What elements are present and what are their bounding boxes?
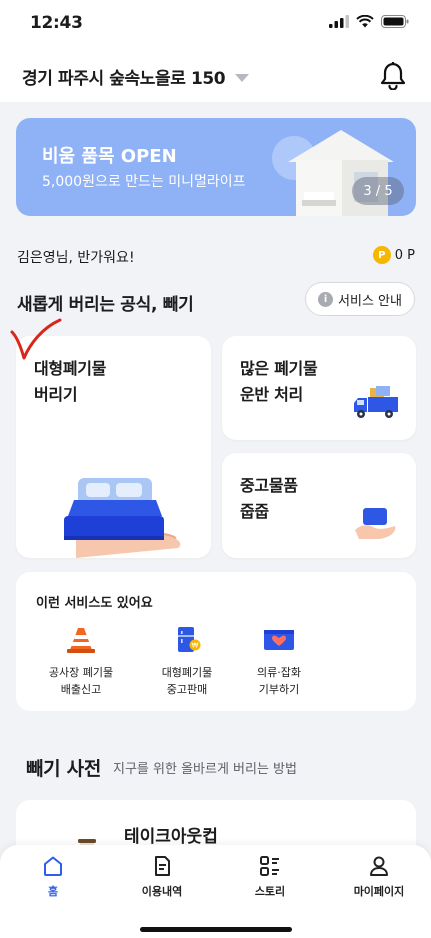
banner-page-indicator[interactable]: 3 / 5: [352, 177, 404, 205]
fridge-icon: ₩: [178, 627, 201, 652]
bulk-waste-transport-card[interactable]: 많은 폐기물 운반 처리: [222, 336, 416, 440]
other-service-label: 공사장 폐기물 배출신고: [48, 666, 114, 696]
other-services-panel: 이런 서비스도 있어요 공사장 폐기물 배출신고 ₩ 대형폐기물 중고판매 의류…: [16, 572, 416, 711]
other-services-title: 이런 서비스도 있어요: [36, 596, 153, 611]
banner-subtitle: 5,000원으로 만드는 미니멀라이프: [42, 174, 246, 190]
dictionary-title: 빼기 사전: [26, 758, 102, 780]
address-selector[interactable]: 경기 파주시 숲속노을로 150: [22, 64, 250, 89]
dictionary-subtitle: 지구를 위한 올바르게 버리는 방법: [113, 762, 297, 777]
greeting-text: 김은영님, 반가워요!: [17, 250, 135, 266]
banner-title: 비움 품목 OPEN: [42, 146, 177, 167]
status-bar: 12:43: [0, 0, 431, 48]
svg-text:₩: ₩: [192, 642, 199, 650]
tab-home[interactable]: 홈: [8, 855, 98, 899]
promo-banner[interactable]: 비움 품목 OPEN 5,000원으로 만드는 미니멀라이프 3 / 5: [16, 118, 416, 216]
bell-icon[interactable]: [379, 60, 407, 90]
tab-label: 이용내역: [141, 885, 183, 898]
document-list-icon: [155, 856, 170, 876]
battery-icon: [381, 15, 409, 28]
chevron-down-icon: [235, 73, 250, 82]
large-waste-disposal-card[interactable]: 대형폐기물 버리기: [16, 336, 211, 558]
tab-label: 마이페이지: [353, 885, 405, 898]
other-service-construction-waste[interactable]: 공사장 폐기물 배출신고: [36, 626, 126, 698]
signal-icon: [329, 15, 349, 28]
other-service-label: 대형폐기물 중고판매: [161, 666, 213, 696]
used-goods-card[interactable]: 중고물품 줍줍: [222, 453, 416, 558]
handwritten-check-annotation: [10, 318, 62, 360]
section-title: 새롭게 버리는 공식, 빼기: [17, 295, 194, 315]
tab-label: 홈: [47, 885, 59, 898]
point-coin-icon: P: [372, 246, 391, 264]
home-indicator: [140, 927, 292, 932]
tab-label: 스토리: [254, 885, 286, 898]
address-text: 경기 파주시 숲속노을로 150: [22, 69, 226, 89]
tab-story[interactable]: 스토리: [225, 855, 315, 899]
wifi-icon: [356, 15, 374, 28]
donation-box-icon: [264, 630, 294, 650]
grid-list-icon: [260, 856, 279, 876]
points-balance[interactable]: P 0 P: [372, 246, 415, 264]
mattress-hand-icon: [64, 478, 181, 558]
app-header: 경기 파주시 숲속노을로 150: [0, 48, 431, 102]
dictionary-card-title: 테이크아웃컵: [124, 827, 218, 847]
points-value: 0 P: [394, 247, 415, 263]
status-time: 12:43: [30, 13, 83, 33]
other-service-clothing-donation[interactable]: 의류·잡화 기부하기: [234, 626, 324, 698]
info-icon: i: [318, 291, 334, 307]
home-icon: [44, 856, 62, 876]
service-guide-label: 서비스 안내: [338, 293, 402, 309]
status-icons: [329, 15, 409, 28]
truck-icon: [354, 386, 398, 418]
other-service-large-waste-resale[interactable]: ₩ 대형폐기물 중고판매: [142, 626, 232, 698]
used-goods-card-label: 중고물품 줍줍: [240, 476, 298, 521]
tab-usage-history[interactable]: 이용내역: [117, 855, 207, 899]
bulk-waste-card-label: 많은 폐기물 운반 처리: [240, 359, 318, 404]
other-service-label: 의류·잡화 기부하기: [257, 666, 301, 696]
hand-box-icon: [355, 508, 396, 539]
traffic-cone-icon: [67, 628, 95, 653]
bottom-tab-bar: 홈 이용내역 스토리 마이페이지: [0, 845, 431, 938]
service-guide-button[interactable]: i 서비스 안내: [305, 282, 415, 316]
tab-my-page[interactable]: 마이페이지: [334, 855, 424, 899]
person-icon: [370, 856, 388, 876]
